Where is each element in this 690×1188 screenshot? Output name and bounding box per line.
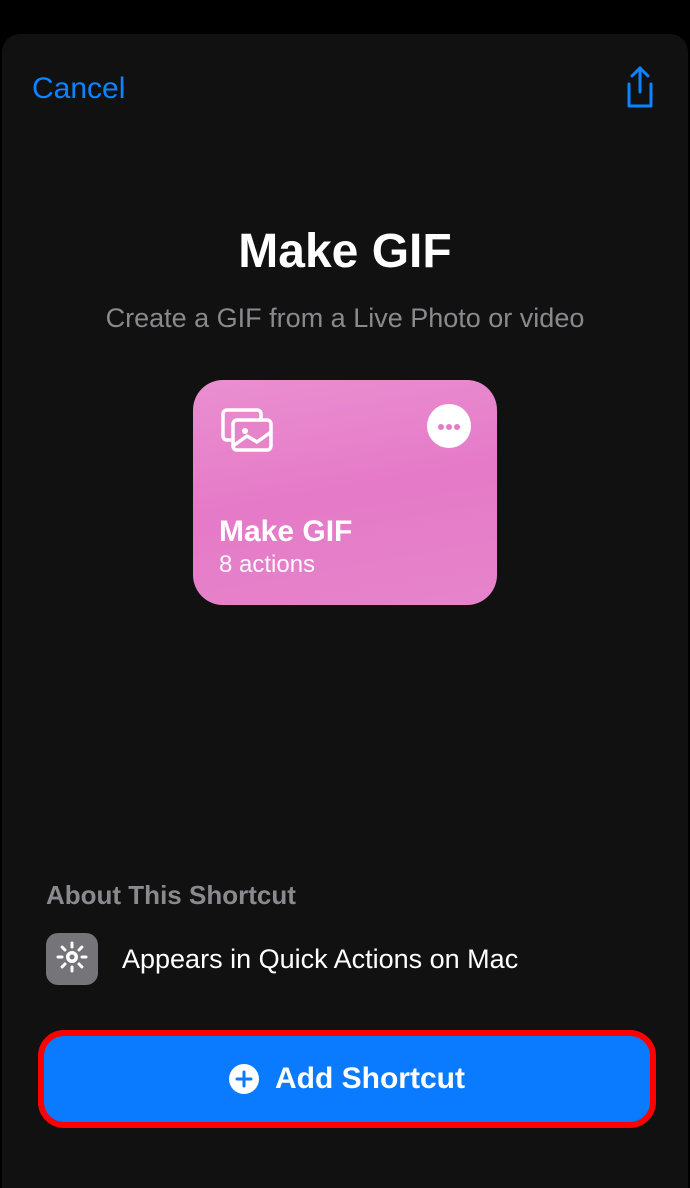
about-section-header: About This Shortcut [46,880,644,911]
card-actions-count: 8 actions [219,551,471,579]
card-bottom: Make GIF 8 actions [219,515,471,579]
cancel-button[interactable]: Cancel [32,72,125,106]
share-icon [622,66,658,113]
about-section: About This Shortcut [2,880,688,985]
gear-icon-tile [46,933,98,985]
about-row-label: Appears in Quick Actions on Mac [122,944,518,975]
add-shortcut-button[interactable]: Add Shortcut [44,1036,650,1122]
photos-icon [219,406,275,463]
shortcut-subtitle: Create a GIF from a Live Photo or video [32,303,658,334]
shortcut-detail-sheet: Cancel Make GIF Create a GIF from a Live… [2,34,688,1188]
card-more-button[interactable] [427,404,471,448]
ellipsis-icon [437,419,461,434]
sheet-header: Cancel [2,34,688,114]
card-top-row [219,406,471,463]
shortcut-card-container: Make GIF 8 actions [2,380,688,605]
add-shortcut-label: Add Shortcut [275,1062,465,1096]
share-button[interactable] [622,66,658,113]
about-row: Appears in Quick Actions on Mac [46,933,644,985]
shortcut-card[interactable]: Make GIF 8 actions [193,380,497,605]
card-name-label: Make GIF [219,515,471,549]
shortcut-title: Make GIF [32,224,658,279]
shortcut-hero: Make GIF Create a GIF from a Live Photo … [2,224,688,334]
gear-icon [56,941,88,978]
plus-circle-icon [229,1064,259,1094]
add-shortcut-container: Add Shortcut [44,1036,650,1122]
